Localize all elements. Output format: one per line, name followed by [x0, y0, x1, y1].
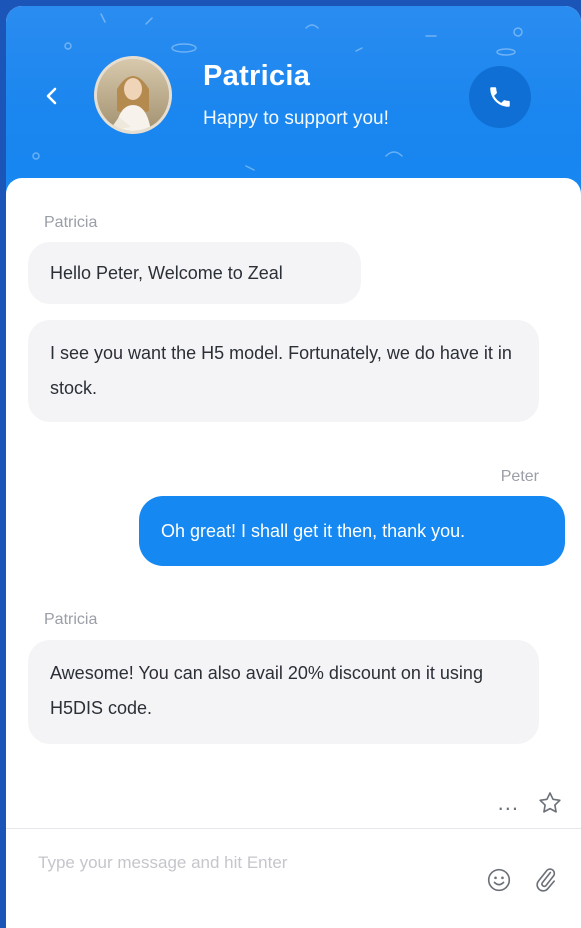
sender-label: Peter: [500, 468, 539, 485]
chat-header: Patricia Happy to support you!: [6, 6, 581, 206]
message-bubble: Awesome! You can also avail 20% discount…: [28, 640, 539, 744]
emoji-icon[interactable]: [486, 867, 512, 893]
message-bubble: I see you want the H5 model. Fortunately…: [28, 320, 539, 422]
message-input[interactable]: [36, 845, 460, 881]
chevron-left-icon: [46, 87, 57, 105]
message-composer: [6, 829, 581, 928]
agent-photo: [97, 59, 169, 131]
star-icon[interactable]: [537, 790, 563, 816]
sender-label: Patricia: [44, 214, 98, 231]
avatar: [94, 56, 172, 134]
chat-body: Patricia Hello Peter, Welcome to Zeal I …: [6, 178, 581, 928]
chat-widget: Patricia Happy to support you! Patricia …: [6, 6, 581, 928]
phone-icon: [490, 87, 510, 107]
more-button[interactable]: ...: [498, 792, 519, 814]
agent-status: Happy to support you!: [203, 108, 389, 129]
message-bubble: Hello Peter, Welcome to Zeal: [28, 242, 361, 304]
message-bubble-outgoing: Oh great! I shall get it then, thank you…: [139, 496, 565, 566]
sender-label: Patricia: [44, 611, 98, 628]
call-button[interactable]: [469, 66, 531, 128]
back-button[interactable]: [40, 84, 64, 108]
paperclip-icon[interactable]: [532, 865, 558, 893]
message-actions: ...: [498, 790, 563, 816]
agent-name: Patricia: [203, 60, 311, 92]
